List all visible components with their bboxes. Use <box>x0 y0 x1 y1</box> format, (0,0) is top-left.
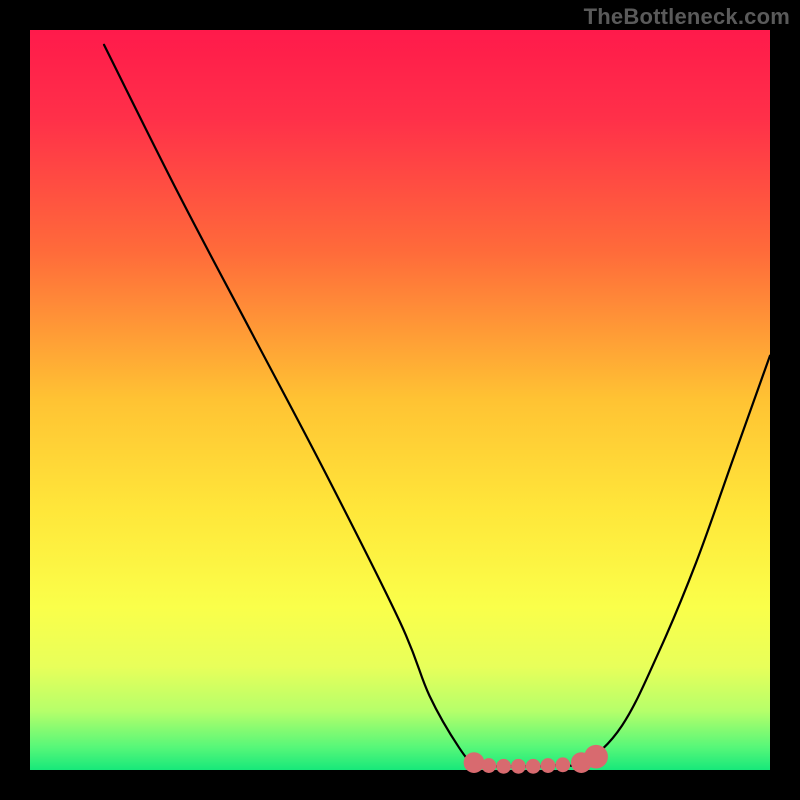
bottleneck-chart <box>0 0 800 800</box>
chart-background <box>30 30 770 770</box>
valley-bead <box>511 759 526 774</box>
valley-bead <box>464 752 485 773</box>
valley-bead <box>555 757 570 772</box>
watermark-text: TheBottleneck.com <box>584 4 790 30</box>
valley-bead <box>481 758 496 773</box>
chart-stage: TheBottleneck.com <box>0 0 800 800</box>
valley-bead <box>496 759 511 774</box>
valley-bead <box>584 745 608 769</box>
valley-bead <box>541 758 556 773</box>
valley-bead <box>526 759 541 774</box>
